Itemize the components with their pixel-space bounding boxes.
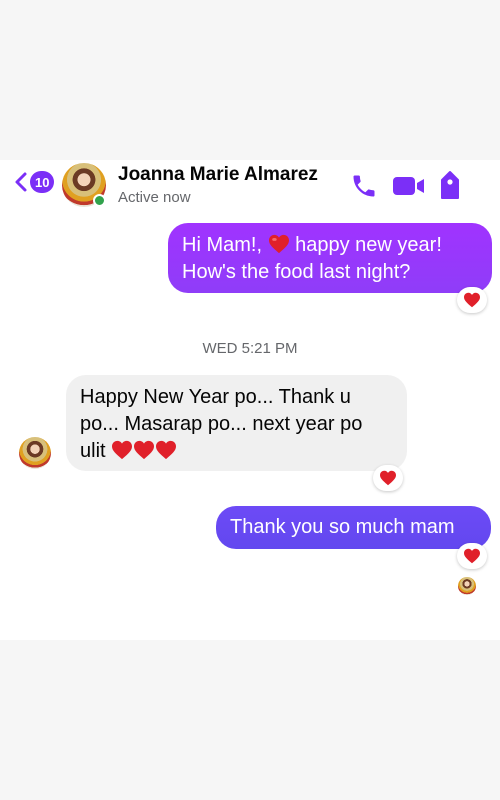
- active-status: Active now: [118, 189, 191, 206]
- seen-indicator-avatar: [458, 577, 476, 595]
- unread-count-badge: 10: [30, 171, 55, 193]
- back-button[interactable]: 10: [14, 171, 55, 193]
- message-text: ulit: [80, 440, 106, 462]
- heart-emoji-icon: [133, 440, 155, 460]
- heart-icon: [464, 292, 480, 308]
- heart-emoji-icon: [268, 234, 290, 254]
- contact-name[interactable]: Joanna Marie Almarez: [118, 164, 318, 186]
- online-status-dot: [93, 194, 106, 207]
- message-line: po... Masarap po... next year po: [80, 413, 363, 435]
- timestamp-divider: WED 5:21 PM: [202, 340, 298, 357]
- video-call-button[interactable]: [392, 175, 426, 202]
- message-line: ulit: [80, 438, 393, 465]
- heart-reaction[interactable]: [457, 543, 487, 569]
- heart-reaction[interactable]: [457, 287, 487, 313]
- message-text: Hi Mam!,: [182, 234, 262, 256]
- sender-avatar[interactable]: [19, 437, 51, 469]
- message-line: Happy New Year po... Thank u: [80, 386, 351, 408]
- message-bubble-outgoing[interactable]: Hi Mam!, happy new year! How's the food …: [168, 223, 492, 293]
- video-camera-icon: [393, 177, 424, 195]
- heart-icon: [464, 548, 480, 564]
- heart-emoji-icon: [111, 440, 133, 460]
- heart-icon: [380, 470, 396, 486]
- chevron-left-icon: [15, 172, 27, 192]
- message-bubble-incoming[interactable]: Happy New Year po... Thank u po... Masar…: [66, 375, 407, 471]
- message-line: How's the food last night?: [182, 261, 411, 283]
- message-bubble-outgoing[interactable]: Thank you so much mam: [216, 506, 491, 549]
- heart-emoji-icon: [155, 440, 177, 460]
- phone-icon: [353, 175, 375, 197]
- info-button[interactable]: [438, 170, 462, 205]
- heart-reaction[interactable]: [373, 465, 403, 491]
- call-button[interactable]: [350, 172, 378, 205]
- info-icon: [441, 171, 459, 199]
- message-line: Hi Mam!, happy new year!: [182, 232, 478, 259]
- message-text: happy new year!: [295, 234, 442, 256]
